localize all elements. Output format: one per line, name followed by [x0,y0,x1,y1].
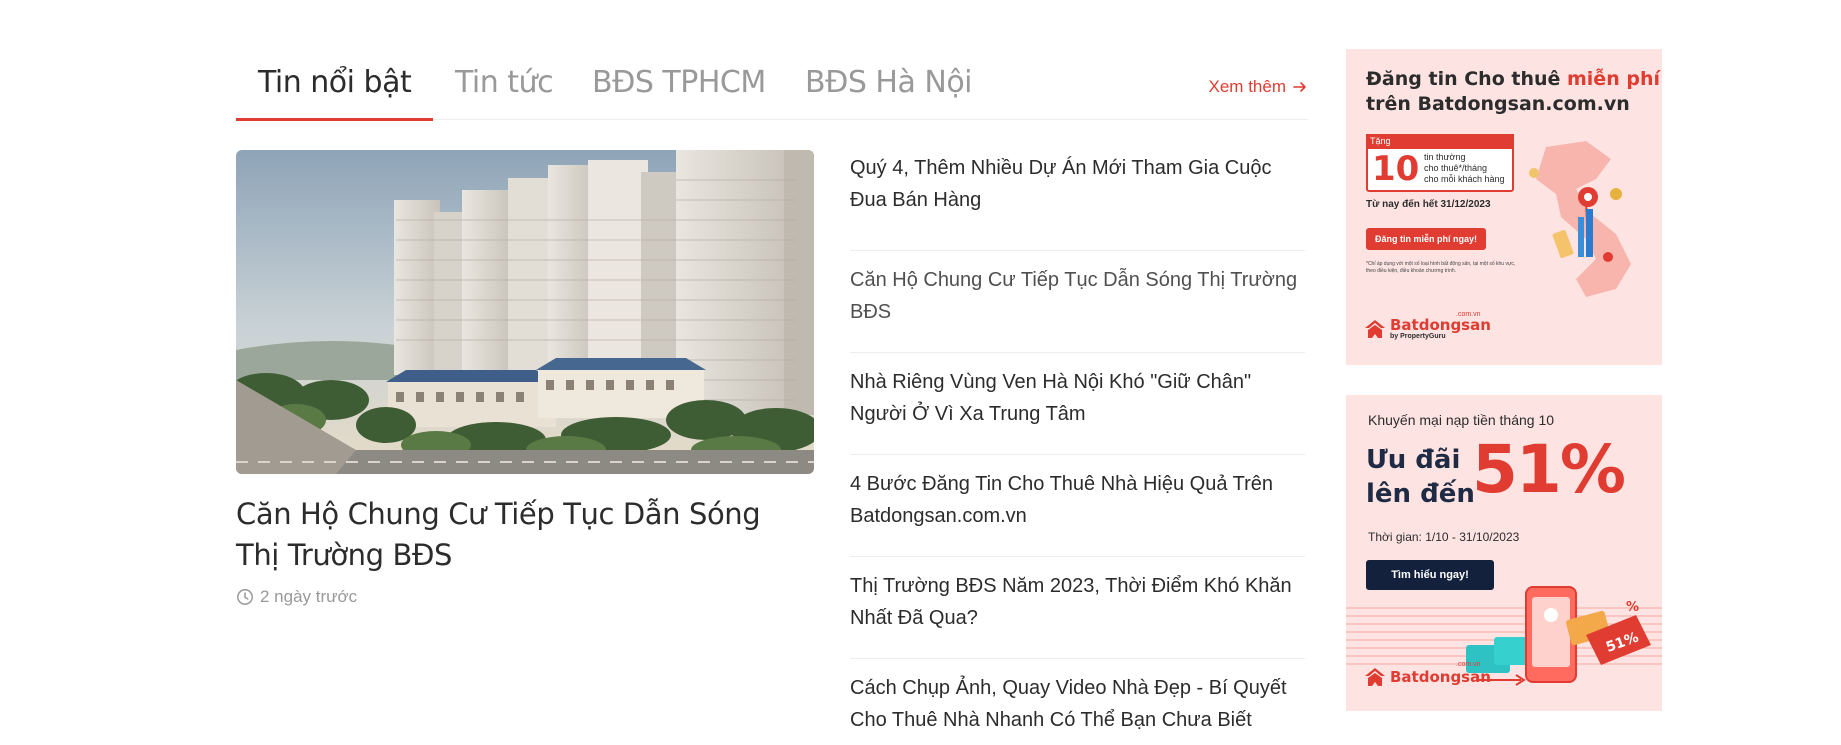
ad2-period: Thời gian: 1/10 - 31/10/2023 [1368,530,1520,544]
ad1-brand: Batdongsan by PropertyGuru .com.vn [1364,311,1491,340]
article-list: Quý 4, Thêm Nhiều Dự Án Mới Tham Gia Cuộ… [850,150,1305,745]
ad1-cta-button[interactable]: Đăng tin miễn phí ngay! [1366,228,1486,250]
article-title: Quý 4, Thêm Nhiều Dự Án Mới Tham Gia Cuộ… [850,157,1272,211]
featured-time-label: 2 ngày trước [260,587,358,606]
ad1-line2: trên Batdongsan.com.vn [1366,93,1630,115]
ad2-brand-domain: .com.vn [1456,661,1481,668]
view-more-link[interactable]: Xem thêm [1209,77,1308,97]
tab-tin-tuc[interactable]: Tin tức [455,65,554,120]
ad2-offer-text: Ưu đãi lên đến [1366,443,1475,511]
list-item[interactable]: Quý 4, Thêm Nhiều Dự Án Mới Tham Gia Cuộ… [850,150,1305,251]
article-title: Căn Hộ Chung Cư Tiếp Tục Dẫn Sóng Thị Tr… [850,269,1298,323]
ad1-count-desc-1: tin thường [1424,152,1466,162]
ad1-brand-sub: by PropertyGuru [1390,333,1446,340]
ad1-tag: Tặng [1366,134,1514,149]
tab-bds-tphcm[interactable]: BĐS TPHCM [592,65,766,120]
tab-bds-ha-noi[interactable]: BĐS Hà Nội [805,65,973,120]
vietnam-map-icon [1529,141,1631,297]
ad1-brand-domain: .com.vn [1456,311,1481,318]
ad1-offer-box: Tặng 10 tin thường cho thuê*/tháng cho m… [1366,134,1514,192]
ad2-line1: Ưu đãi [1366,445,1461,475]
tab-tin-noi-bat[interactable]: Tin nổi bật [236,65,434,121]
ad2-brand: Batdongsan .com.vn [1364,661,1491,687]
ad1-count-desc: tin thường cho thuê*/tháng cho mỗi khách… [1424,152,1505,185]
list-item[interactable]: 4 Bước Đăng Tin Cho Thuê Nhà Hiệu Quả Tr… [850,455,1305,557]
apartment-towers-image [236,150,814,474]
ad1-footnote: *Chỉ áp dụng với một số loại hình bất độ… [1366,261,1516,274]
category-tabs: Tin nổi bật Tin tức BĐS TPHCM BĐS Hà Nội… [236,50,1308,121]
list-item[interactable]: Thị Trường BĐS Năm 2023, Thời Điểm Khó K… [850,557,1305,659]
ad2-line2: lên đến [1366,479,1475,509]
featured-article-image[interactable] [236,150,814,474]
ad1-headline: Đăng tin Cho thuê miễn phí trên Batdongs… [1366,67,1660,117]
ad1-line1: Đăng tin Cho thuê [1366,68,1567,90]
article-title: Thị Trường BĐS Năm 2023, Thời Điểm Khó K… [850,575,1292,629]
featured-article-title[interactable]: Căn Hộ Chung Cư Tiếp Tục Dẫn Sóng Thị Tr… [236,494,796,576]
ad1-brand-name: Batdongsan [1390,316,1491,334]
ad2-brand-name: Batdongsan [1390,668,1491,686]
ad2-headline: Khuyến mại nạp tiền tháng 10 [1368,412,1555,428]
article-title: Nhà Riêng Vùng Ven Hà Nội Khó "Giữ Chân"… [850,371,1252,425]
batdongsan-logo-icon [1365,319,1385,338]
ad-topup-promotion[interactable]: Khuyến mại nạp tiền tháng 10 Ưu đãi lên … [1346,395,1662,711]
article-title: Cách Chụp Ảnh, Quay Video Nhà Đẹp - Bí Q… [850,677,1287,731]
ad-free-rental-listing[interactable]: Đăng tin Cho thuê miễn phí trên Batdongs… [1346,49,1662,365]
ad1-count-desc-2: cho thuê*/tháng [1424,163,1488,173]
ad1-count: 10 [1372,149,1420,189]
batdongsan-logo-icon [1365,668,1385,686]
ad1-count-desc-3: cho mỗi khách hàng [1424,174,1505,184]
clock-icon [237,589,253,605]
view-more-label: Xem thêm [1208,77,1286,96]
ad2-badge-small: % [1626,600,1639,615]
phone-wallet-icon: 51% % [1466,586,1651,686]
list-item[interactable]: Nhà Riêng Vùng Ven Hà Nội Khó "Giữ Chân"… [850,353,1305,455]
ad1-deadline: Từ nay đến hết 31/12/2023 [1366,199,1491,210]
ad2-percent: 51% [1472,431,1626,508]
ad1-line1-red: miễn phí [1567,68,1660,90]
featured-article-time: 2 ngày trước [236,587,357,607]
article-title: 4 Bước Đăng Tin Cho Thuê Nhà Hiệu Quả Tr… [850,473,1274,527]
arrow-right-icon [1293,82,1306,92]
list-item[interactable]: Cách Chụp Ảnh, Quay Video Nhà Đẹp - Bí Q… [850,659,1305,745]
list-item[interactable]: Căn Hộ Chung Cư Tiếp Tục Dẫn Sóng Thị Tr… [850,251,1305,353]
